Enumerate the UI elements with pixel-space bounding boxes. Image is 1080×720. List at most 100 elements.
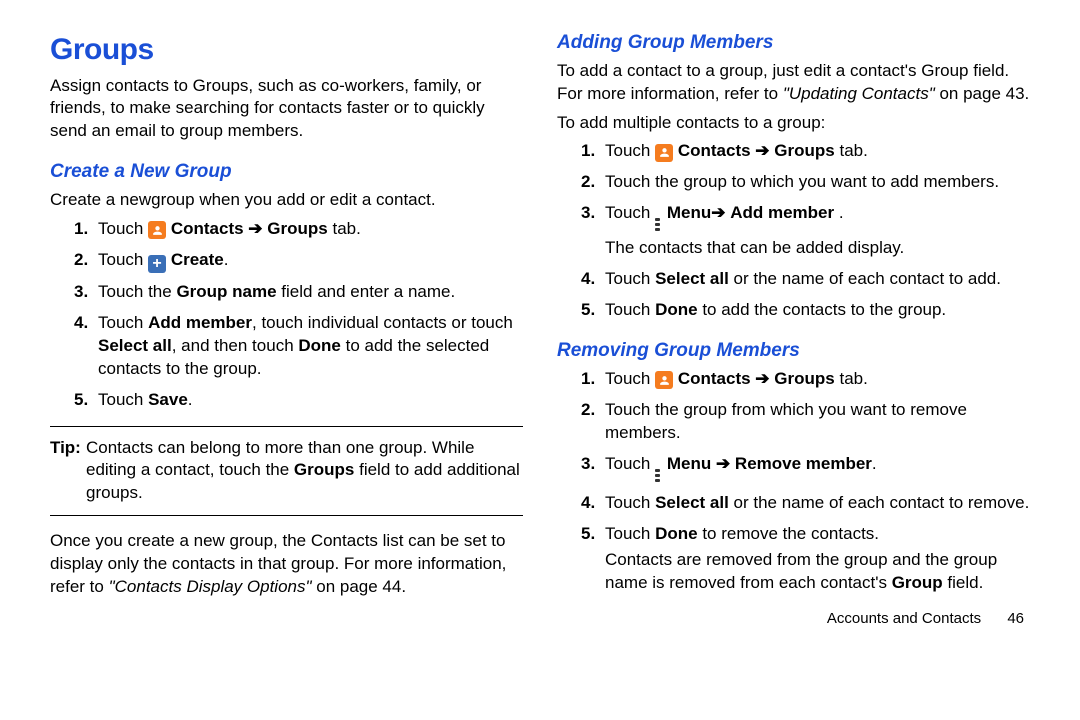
add-lead: To add a contact to a group, just edit a… (557, 60, 1030, 106)
create-steps: 1. Touch Contacts ➔ Groups tab. 2. Touch… (74, 218, 523, 412)
step-number: 5. (581, 523, 595, 546)
create-note: Once you create a new group, the Contact… (50, 530, 523, 599)
right-column: Adding Group Members To add a contact to… (553, 30, 1050, 710)
cross-ref: "Contacts Display Options" (109, 577, 312, 596)
remove-note: Contacts are removed from the group and … (605, 549, 1030, 595)
add-step-5: 5. Touch Done to add the contacts to the… (581, 299, 1030, 322)
text: tab. (332, 219, 360, 238)
text: tab. (839, 369, 867, 388)
contacts-icon (148, 221, 166, 239)
text-bold: Group name (176, 282, 276, 301)
step-number: 5. (74, 389, 88, 412)
add-step-4: 4. Touch Select all or the name of each … (581, 268, 1030, 291)
text: . (872, 454, 877, 473)
text: Touch (98, 390, 148, 409)
arrow-icon: ➔ (248, 219, 262, 238)
contacts-icon (655, 371, 673, 389)
text-bold: Select all (655, 269, 729, 288)
text-bold: Contacts (678, 369, 751, 388)
text-bold: Groups (267, 219, 327, 238)
create-step-4: 4. Touch Add member, touch individual co… (74, 312, 523, 381)
text-bold: Done (655, 524, 698, 543)
step-number: 4. (581, 268, 595, 291)
remove-step-4: 4. Touch Select all or the name of each … (581, 492, 1030, 515)
text: Touch (98, 219, 148, 238)
text: Touch (605, 203, 655, 222)
text-bold: Groups (774, 369, 834, 388)
tip-bold: Groups (294, 460, 354, 479)
arrow-icon: ➔ (755, 141, 769, 160)
step-number: 2. (581, 399, 595, 422)
text-bold: Done (298, 336, 341, 355)
text: . (224, 250, 229, 269)
tip-label: Tip: (50, 437, 81, 460)
text-bold: Group (892, 573, 943, 592)
text-bold: Select all (655, 493, 729, 512)
text: to remove the contacts. (698, 524, 879, 543)
step-number: 5. (581, 299, 595, 322)
step-number: 3. (581, 202, 595, 225)
text: Touch (605, 141, 655, 160)
step-number: 1. (581, 140, 595, 163)
text: to add the contacts to the group. (698, 300, 947, 319)
arrow-icon: ➔ (755, 369, 769, 388)
intro-text: Assign contacts to Groups, such as co-wo… (50, 75, 523, 144)
text: . (834, 203, 843, 222)
text: Touch (98, 313, 148, 332)
step-number: 3. (74, 281, 88, 304)
text: Touch (605, 493, 655, 512)
text-bold: Groups (774, 141, 834, 160)
remove-steps: 1. Touch Contacts ➔ Groups tab. 2. Touch… (581, 368, 1030, 596)
step-number: 3. (581, 453, 595, 476)
text: Touch (605, 269, 655, 288)
add-steps: 1. Touch Contacts ➔ Groups tab. 2. Touch… (581, 140, 1030, 322)
footer-page-number: 46 (1007, 610, 1024, 627)
step-number: 4. (581, 492, 595, 515)
page-footer: Accounts and Contacts 46 (557, 609, 1030, 629)
text: , and then touch (172, 336, 299, 355)
step-number: 2. (581, 171, 595, 194)
text-bold: Select all (98, 336, 172, 355)
text: Touch the group from which you want to r… (605, 400, 967, 442)
text: tab. (839, 141, 867, 160)
text: on page 43. (935, 84, 1030, 103)
step-number: 1. (74, 218, 88, 241)
left-column: Groups Assign contacts to Groups, such a… (50, 30, 553, 710)
step-number: 2. (74, 249, 88, 272)
step-subtext: The contacts that can be added display. (605, 237, 1030, 260)
menu-icon (655, 467, 662, 484)
section-add-heading: Adding Group Members (557, 30, 1030, 56)
text-bold: Contacts (171, 219, 244, 238)
remove-step-5: 5. Touch Done to remove the contacts. Co… (581, 523, 1030, 596)
section-create-heading: Create a New Group (50, 159, 523, 185)
page-heading: Groups (50, 30, 523, 71)
contacts-icon (655, 144, 673, 162)
text: , touch individual contacts or touch (252, 313, 513, 332)
step-number: 1. (581, 368, 595, 391)
create-step-1: 1. Touch Contacts ➔ Groups tab. (74, 218, 523, 241)
text: Touch (605, 300, 655, 319)
step-number: 4. (74, 312, 88, 335)
text-bold: Menu (667, 203, 711, 222)
text-bold: Contacts (678, 141, 751, 160)
add-lead-2: To add multiple contacts to a group: (557, 112, 1030, 135)
text: on page 44. (312, 577, 407, 596)
text: Touch the group to which you want to add… (605, 172, 999, 191)
text-bold: Create (171, 250, 224, 269)
text: Touch (98, 250, 148, 269)
create-step-3: 3. Touch the Group name field and enter … (74, 281, 523, 304)
arrow-icon: ➔ (716, 454, 730, 473)
text-bold: Save (148, 390, 188, 409)
text: Touch (605, 369, 655, 388)
tip-body: Contacts can belong to more than one gro… (86, 437, 523, 506)
remove-step-2: 2. Touch the group from which you want t… (581, 399, 1030, 445)
text-bold: Add member (730, 203, 834, 222)
text-bold: Done (655, 300, 698, 319)
add-step-1: 1. Touch Contacts ➔ Groups tab. (581, 140, 1030, 163)
add-step-2: 2. Touch the group to which you want to … (581, 171, 1030, 194)
arrow-icon: ➔ (711, 203, 725, 222)
text: or the name of each contact to remove. (729, 493, 1030, 512)
add-step-3: 3. Touch Menu➔ Add member . The contacts… (581, 202, 1030, 260)
footer-section: Accounts and Contacts (827, 610, 981, 627)
remove-step-3: 3. Touch Menu ➔ Remove member. (581, 453, 1030, 484)
